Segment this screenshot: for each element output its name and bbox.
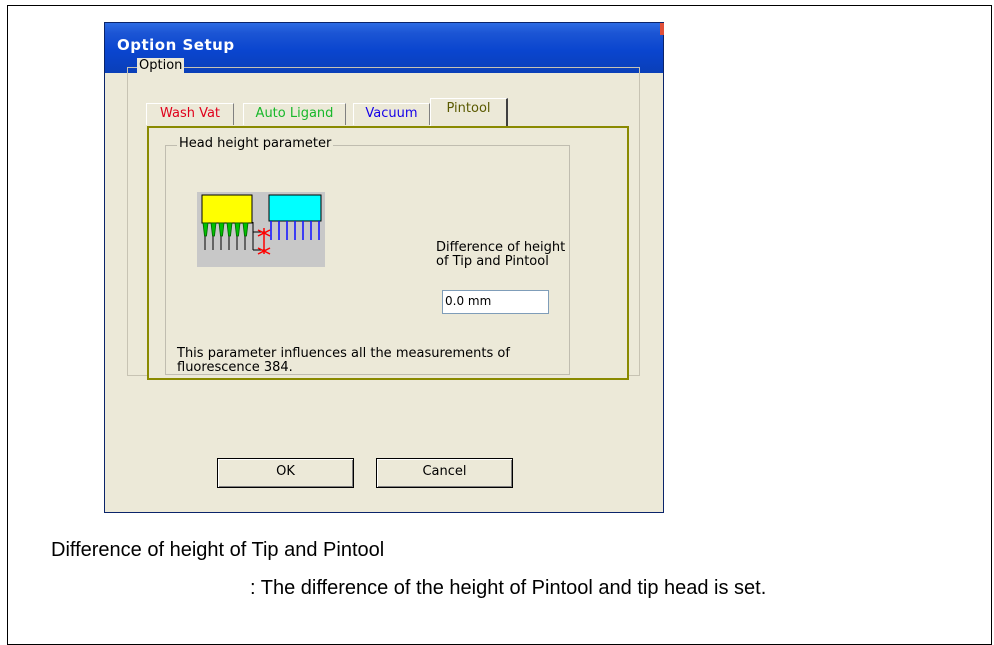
height-difference-input[interactable]: 0.0 mm bbox=[442, 290, 549, 314]
parameter-info-line1: This parameter influences all the measur… bbox=[177, 346, 510, 361]
dialog-title: Option Setup bbox=[117, 36, 235, 54]
difference-height-label: Difference of height of Tip and Pintool bbox=[436, 241, 565, 269]
head-height-illustration bbox=[197, 192, 325, 267]
tab-vacuum[interactable]: Vacuum bbox=[353, 103, 430, 125]
tab-pintool[interactable]: Pintool bbox=[430, 98, 508, 126]
parameter-info-line2: fluorescence 384. bbox=[177, 360, 293, 375]
cancel-button[interactable]: Cancel bbox=[376, 458, 513, 488]
tab-auto-ligand[interactable]: Auto Ligand bbox=[243, 103, 346, 125]
head-height-group-label: Head height parameter bbox=[177, 136, 334, 151]
caption-description: : The difference of the height of Pintoo… bbox=[250, 577, 767, 599]
ok-button[interactable]: OK bbox=[217, 458, 354, 488]
parameter-info-text: This parameter influences all the measur… bbox=[177, 347, 597, 375]
difference-height-label-line1: Difference of height bbox=[436, 240, 566, 255]
option-group-label: Option bbox=[137, 58, 185, 73]
title-bar[interactable]: Option Setup bbox=[105, 23, 664, 73]
caption-term: Difference of height of Tip and Pintool bbox=[51, 539, 385, 561]
difference-height-label-line2: of Tip and Pintool bbox=[436, 254, 549, 269]
close-button-edge[interactable] bbox=[660, 23, 664, 35]
tab-wash-vat[interactable]: Wash Vat bbox=[146, 103, 234, 125]
head-height-icon bbox=[201, 194, 322, 255]
option-setup-dialog: Option Setup Option Wash Vat Auto Ligand… bbox=[104, 22, 664, 513]
